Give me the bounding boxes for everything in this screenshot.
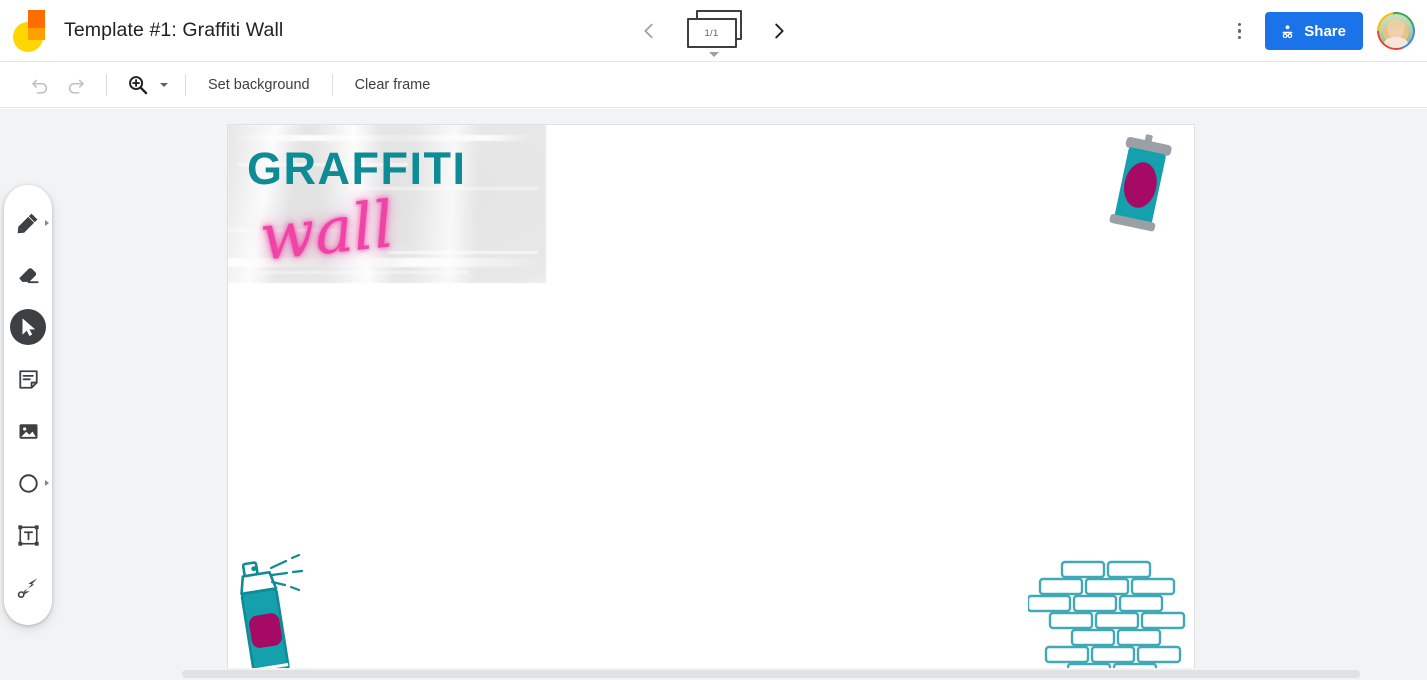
- laser-pointer-tool[interactable]: [4, 561, 52, 613]
- sticky-note-icon: [10, 361, 46, 397]
- more-options-button[interactable]: [1219, 11, 1259, 51]
- pen-submenu-caret-icon[interactable]: [45, 220, 49, 226]
- brick-wall-icon: [1026, 560, 1186, 668]
- avatar-hair-front: [1387, 21, 1405, 30]
- app-header: Template #1: Graffiti Wall 1/1 Share: [0, 0, 1427, 62]
- avatar-body: [1384, 37, 1408, 48]
- zoom-in-button[interactable]: [119, 67, 155, 103]
- share-button-label: Share: [1304, 22, 1346, 40]
- text-box-icon: [10, 517, 46, 553]
- tool-rail: [4, 185, 52, 625]
- canvas-title-script: wall: [256, 188, 398, 276]
- chevron-right-icon: [774, 23, 784, 39]
- horizontal-scrollbar-thumb[interactable]: [182, 670, 1360, 678]
- jamboard-logo-button[interactable]: [0, 0, 62, 62]
- page-title[interactable]: Template #1: Graffiti Wall: [64, 19, 283, 42]
- frame-selector[interactable]: 1/1: [683, 8, 745, 57]
- kebab-dot-2: [1237, 29, 1242, 33]
- circle-shape-icon: [10, 465, 46, 501]
- text-box-tool[interactable]: [4, 509, 52, 561]
- spray-can-bottom-left[interactable]: [236, 553, 314, 668]
- pen-tool[interactable]: [4, 197, 52, 249]
- sticky-note-tool[interactable]: [4, 353, 52, 405]
- horizontal-scrollbar-track[interactable]: [0, 668, 1427, 680]
- redo-button[interactable]: [58, 67, 94, 103]
- toolbar-divider-2: [185, 73, 186, 96]
- share-button[interactable]: Share: [1265, 12, 1363, 50]
- toolbar-divider-1: [106, 73, 107, 96]
- editor-toolbar: Set background Clear frame: [0, 62, 1427, 108]
- frame-stack-front: 1/1: [686, 18, 737, 48]
- kebab-dot-1: [1237, 22, 1242, 27]
- select-tool[interactable]: [4, 301, 52, 353]
- shape-tool[interactable]: [4, 457, 52, 509]
- chevron-down-icon: [160, 82, 168, 87]
- logo-amber-shape: [28, 27, 45, 40]
- canvas-title-main: GRAFFITI: [247, 143, 467, 194]
- laser-pointer-icon: [10, 569, 46, 605]
- undo-icon: [32, 79, 48, 94]
- cursor-arrow-icon: [10, 309, 46, 345]
- logo-orange-shape: [28, 9, 45, 28]
- chevron-left-icon: [643, 23, 653, 39]
- shape-submenu-caret-icon[interactable]: [45, 480, 49, 486]
- spray-can-top-right[interactable]: [1104, 133, 1176, 241]
- eraser-icon: [10, 257, 46, 293]
- frame-dropdown-caret-icon[interactable]: [708, 52, 719, 57]
- avatar-image: [1379, 14, 1413, 48]
- canvas-content: GRAFFITI wall: [228, 125, 1194, 668]
- clear-frame-button[interactable]: Clear frame: [345, 68, 441, 102]
- kebab-dot-3: [1237, 35, 1242, 40]
- jamboard-logo-icon: [13, 9, 49, 52]
- share-person-icon: [1282, 24, 1293, 38]
- zoom-options-caret[interactable]: [155, 67, 173, 103]
- spray-can-outline-icon: [240, 553, 304, 668]
- header-actions: Share: [1219, 0, 1427, 62]
- zoom-in-icon: [128, 76, 147, 95]
- toolbar-divider-3: [331, 73, 333, 96]
- pen-icon: [10, 205, 46, 241]
- jam-canvas[interactable]: GRAFFITI wall: [227, 124, 1195, 669]
- paint-streak-4: [388, 251, 538, 254]
- workspace: GRAFFITI wall: [0, 109, 1427, 680]
- frame-counter-label: 1/1: [704, 27, 719, 39]
- set-background-button[interactable]: Set background: [198, 68, 320, 102]
- image-tool[interactable]: [4, 405, 52, 457]
- image-icon: [10, 413, 46, 449]
- spray-can-filled-icon: [1109, 134, 1172, 232]
- avatar[interactable]: [1377, 12, 1415, 50]
- redo-icon: [68, 79, 84, 94]
- next-frame-button[interactable]: [763, 15, 795, 47]
- undo-button[interactable]: [22, 67, 58, 103]
- previous-frame-button[interactable]: [633, 15, 665, 47]
- brick-wall[interactable]: [1026, 560, 1194, 668]
- eraser-tool[interactable]: [4, 249, 52, 301]
